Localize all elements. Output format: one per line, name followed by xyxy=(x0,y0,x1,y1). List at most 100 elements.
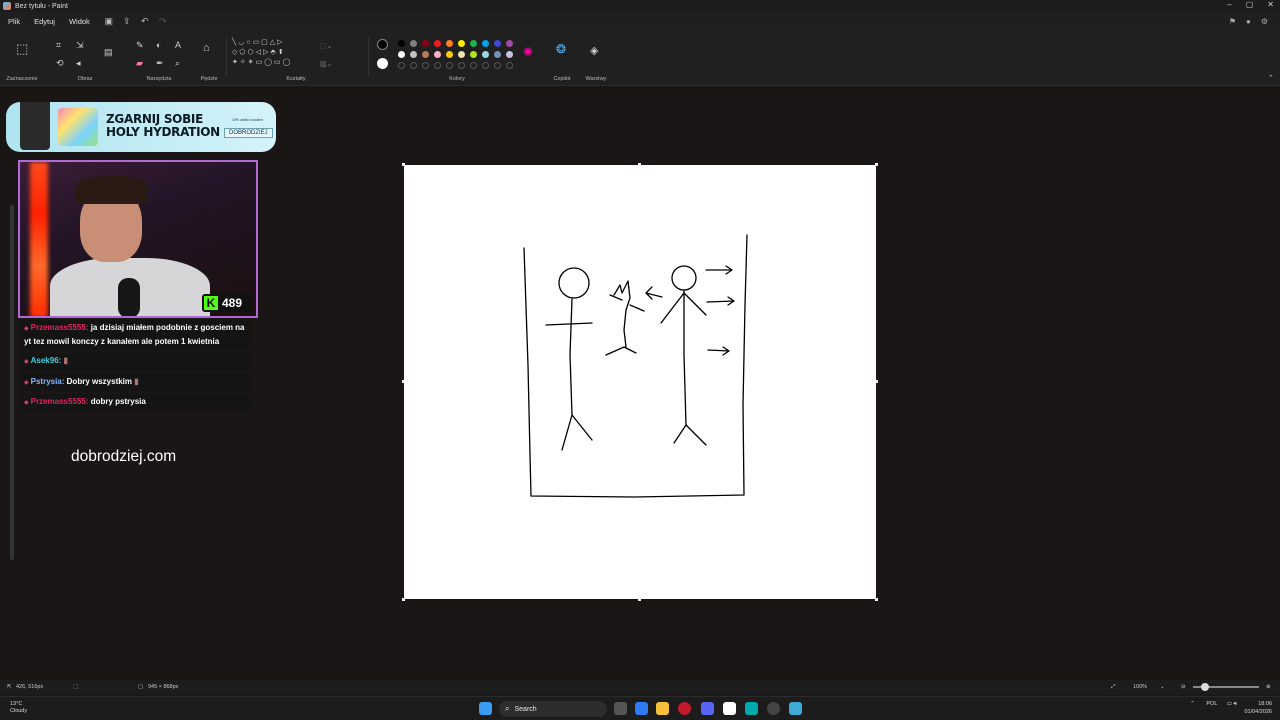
resize-handle[interactable] xyxy=(638,598,641,601)
file-explorer-icon[interactable] xyxy=(656,702,669,715)
color-swatch[interactable] xyxy=(494,40,501,47)
brush-icon[interactable]: ⌂ xyxy=(203,43,210,54)
app-icon[interactable] xyxy=(745,702,758,715)
layers-icon[interactable]: ◈ xyxy=(590,46,598,57)
network-icon[interactable]: ▭ xyxy=(1227,701,1232,707)
menu-widok[interactable]: Widok xyxy=(69,17,90,26)
tray-chevron-icon[interactable]: ⌃ xyxy=(1190,701,1195,707)
redo-icon[interactable]: ↷ xyxy=(158,16,168,26)
settings-icon[interactable]: ⚙ xyxy=(1261,17,1268,26)
color-swatch[interactable] xyxy=(422,51,429,58)
drawing-canvas[interactable] xyxy=(402,163,878,601)
crop-icon[interactable]: ⌗ xyxy=(56,40,61,50)
fill-style-icon[interactable]: ▨⌄ xyxy=(320,60,332,70)
color-swatch[interactable] xyxy=(446,51,453,58)
color-picker-icon[interactable]: ✒ xyxy=(156,58,164,68)
zoom-slider-knob[interactable] xyxy=(1201,683,1209,691)
copilot-taskbar-icon[interactable] xyxy=(635,702,648,715)
resize-handle[interactable] xyxy=(875,380,878,383)
paint-taskbar-icon[interactable] xyxy=(789,702,802,715)
clock-date[interactable]: 01/04/2026 xyxy=(1244,708,1272,716)
color-swatch[interactable] xyxy=(482,40,489,47)
color-swatch[interactable] xyxy=(434,40,441,47)
volume-icon[interactable]: 🔊︎ xyxy=(1233,701,1236,707)
color-swatch[interactable] xyxy=(410,51,417,58)
custom-color-slot[interactable] xyxy=(422,62,429,69)
shapes-row-2[interactable]: ◇⬠⬡◁▷⬘⬆ xyxy=(232,48,286,58)
zoom-level[interactable]: 100% xyxy=(1133,684,1147,690)
resize-handle[interactable] xyxy=(402,598,405,601)
share-icon[interactable]: ⇪ xyxy=(122,16,132,26)
language-indicator[interactable]: POL xyxy=(1206,701,1217,707)
custom-color-slot[interactable] xyxy=(458,62,465,69)
weather-widget[interactable]: 13°C Cloudy xyxy=(10,701,27,715)
start-icon[interactable] xyxy=(479,702,492,715)
color-swatch[interactable] xyxy=(422,40,429,47)
color-swatch[interactable] xyxy=(398,51,405,58)
account-icon[interactable]: ● xyxy=(1246,17,1251,26)
menu-plik[interactable]: Plik xyxy=(8,17,20,26)
app-icon[interactable] xyxy=(723,702,736,715)
search-box[interactable]: ⌕ Search xyxy=(499,701,607,717)
custom-color-slot[interactable] xyxy=(494,62,501,69)
custom-color-slot[interactable] xyxy=(470,62,477,69)
custom-color-slot[interactable] xyxy=(446,62,453,69)
menu-edytuj[interactable]: Edytuj xyxy=(34,17,55,26)
undo-icon[interactable]: ↶ xyxy=(140,16,150,26)
resize-handle[interactable] xyxy=(402,163,405,166)
custom-color-slot[interactable] xyxy=(434,62,441,69)
pencil-icon[interactable]: ✎ xyxy=(136,40,144,50)
copilot-icon[interactable]: ❂ xyxy=(556,43,566,55)
save-icon[interactable]: ▣ xyxy=(104,16,114,26)
color-swatch[interactable] xyxy=(506,40,513,47)
custom-color-slot[interactable] xyxy=(482,62,489,69)
image-ai-icon[interactable]: ▤ xyxy=(104,47,113,57)
color-swatch[interactable] xyxy=(446,40,453,47)
clock-time[interactable]: 18:06 xyxy=(1244,700,1272,708)
task-view-icon[interactable] xyxy=(614,702,627,715)
color-swatch[interactable] xyxy=(398,40,405,47)
maximize-button[interactable]: ▢ xyxy=(1246,0,1254,9)
magnifier-icon[interactable]: ⌕ xyxy=(175,58,180,68)
custom-color-slot[interactable] xyxy=(506,62,513,69)
flip-icon[interactable]: ◂ xyxy=(76,58,81,68)
zoom-slider[interactable] xyxy=(1193,683,1259,691)
obs-icon[interactable] xyxy=(767,702,780,715)
zoom-out-icon[interactable]: ⊖ xyxy=(1181,684,1186,690)
secondary-color[interactable] xyxy=(377,58,388,69)
close-button[interactable]: ✕ xyxy=(1267,0,1274,9)
color-swatch[interactable] xyxy=(470,40,477,47)
custom-color-slot[interactable] xyxy=(410,62,417,69)
collapse-ribbon-icon[interactable]: ⌃ xyxy=(1268,74,1274,84)
color-swatch[interactable] xyxy=(458,51,465,58)
edit-colors-icon[interactable]: ✺ xyxy=(523,46,533,58)
fit-to-window-icon[interactable]: ⤢ xyxy=(1111,684,1115,691)
color-swatch[interactable] xyxy=(482,51,489,58)
resize-icon[interactable]: ⇲ xyxy=(76,40,84,50)
color-swatch[interactable] xyxy=(506,51,513,58)
color-swatch[interactable] xyxy=(470,51,477,58)
shapes-row-1[interactable]: ╲◡○▭▢△▷ xyxy=(232,38,285,48)
outline-icon[interactable]: ⬚⌄ xyxy=(320,42,332,52)
opera-icon[interactable] xyxy=(678,702,691,715)
custom-color-slot[interactable] xyxy=(398,62,405,69)
minimize-button[interactable]: – xyxy=(1227,0,1231,9)
discord-icon[interactable] xyxy=(701,702,714,715)
zoom-dropdown-icon[interactable]: ⌄ xyxy=(1160,684,1165,690)
color-swatch[interactable] xyxy=(458,40,465,47)
eraser-icon[interactable]: ▰ xyxy=(136,58,143,68)
color-swatch[interactable] xyxy=(494,51,501,58)
fill-icon[interactable]: ◐ xyxy=(156,40,161,50)
color-swatch[interactable] xyxy=(434,51,441,58)
feedback-icon[interactable]: ⚑ xyxy=(1229,17,1236,26)
shapes-row-3[interactable]: ✦✧✶▭◯▭◯ xyxy=(232,58,293,68)
zoom-in-icon[interactable]: ⊕ xyxy=(1266,684,1271,690)
text-icon[interactable]: A xyxy=(175,40,181,50)
resize-handle[interactable] xyxy=(638,163,641,166)
resize-handle[interactable] xyxy=(402,380,405,383)
color-swatch[interactable] xyxy=(410,40,417,47)
resize-handle[interactable] xyxy=(875,163,878,166)
resize-handle[interactable] xyxy=(875,598,878,601)
rotate-icon[interactable]: ⟲ xyxy=(56,58,64,68)
select-icon[interactable]: ⬚ xyxy=(16,42,28,55)
